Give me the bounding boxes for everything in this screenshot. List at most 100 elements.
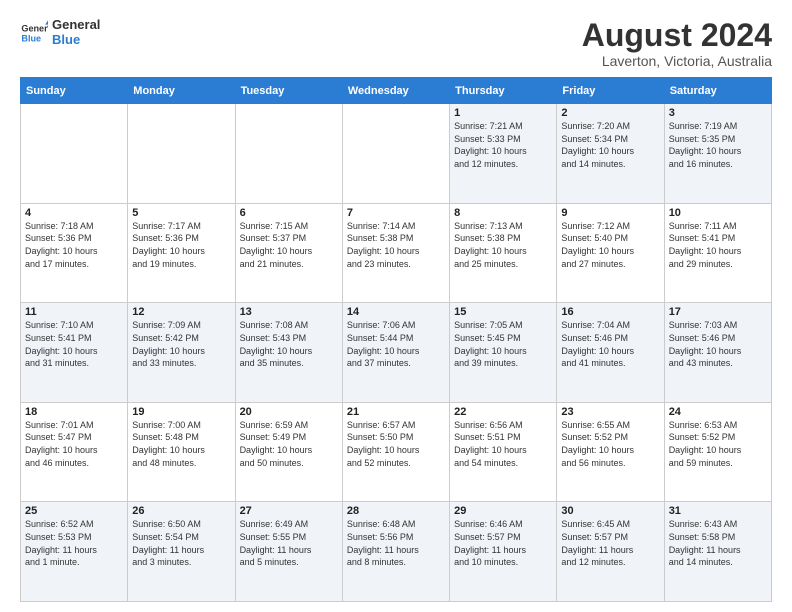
page: General Blue General Blue August 2024 La… xyxy=(0,0,792,612)
logo: General Blue General Blue xyxy=(20,18,100,48)
calendar-cell: 23Sunrise: 6:55 AMSunset: 5:52 PMDayligh… xyxy=(557,402,664,502)
calendar-cell: 29Sunrise: 6:46 AMSunset: 5:57 PMDayligh… xyxy=(450,502,557,602)
column-header-saturday: Saturday xyxy=(664,78,771,104)
day-number: 12 xyxy=(132,306,230,318)
day-info: Sunrise: 7:11 AMSunset: 5:41 PMDaylight:… xyxy=(669,220,767,270)
calendar-cell: 16Sunrise: 7:04 AMSunset: 5:46 PMDayligh… xyxy=(557,303,664,403)
column-header-monday: Monday xyxy=(128,78,235,104)
day-info: Sunrise: 6:53 AMSunset: 5:52 PMDaylight:… xyxy=(669,419,767,469)
day-info: Sunrise: 7:18 AMSunset: 5:36 PMDaylight:… xyxy=(25,220,123,270)
day-number: 8 xyxy=(454,207,552,219)
calendar-cell: 21Sunrise: 6:57 AMSunset: 5:50 PMDayligh… xyxy=(342,402,449,502)
calendar-cell: 10Sunrise: 7:11 AMSunset: 5:41 PMDayligh… xyxy=(664,203,771,303)
svg-text:Blue: Blue xyxy=(21,33,41,43)
calendar-cell: 7Sunrise: 7:14 AMSunset: 5:38 PMDaylight… xyxy=(342,203,449,303)
day-number: 10 xyxy=(669,207,767,219)
day-info: Sunrise: 7:06 AMSunset: 5:44 PMDaylight:… xyxy=(347,319,445,369)
calendar-cell: 19Sunrise: 7:00 AMSunset: 5:48 PMDayligh… xyxy=(128,402,235,502)
day-number: 15 xyxy=(454,306,552,318)
calendar-week-3: 11Sunrise: 7:10 AMSunset: 5:41 PMDayligh… xyxy=(21,303,772,403)
calendar-cell: 31Sunrise: 6:43 AMSunset: 5:58 PMDayligh… xyxy=(664,502,771,602)
day-number: 5 xyxy=(132,207,230,219)
calendar-cell: 11Sunrise: 7:10 AMSunset: 5:41 PMDayligh… xyxy=(21,303,128,403)
day-info: Sunrise: 7:20 AMSunset: 5:34 PMDaylight:… xyxy=(561,120,659,170)
calendar-week-1: 1Sunrise: 7:21 AMSunset: 5:33 PMDaylight… xyxy=(21,104,772,204)
calendar-cell: 20Sunrise: 6:59 AMSunset: 5:49 PMDayligh… xyxy=(235,402,342,502)
day-info: Sunrise: 7:17 AMSunset: 5:36 PMDaylight:… xyxy=(132,220,230,270)
calendar: SundayMondayTuesdayWednesdayThursdayFrid… xyxy=(20,77,772,602)
day-number: 16 xyxy=(561,306,659,318)
day-info: Sunrise: 6:45 AMSunset: 5:57 PMDaylight:… xyxy=(561,518,659,568)
column-header-friday: Friday xyxy=(557,78,664,104)
calendar-cell: 12Sunrise: 7:09 AMSunset: 5:42 PMDayligh… xyxy=(128,303,235,403)
calendar-cell xyxy=(21,104,128,204)
day-info: Sunrise: 7:04 AMSunset: 5:46 PMDaylight:… xyxy=(561,319,659,369)
header: General Blue General Blue August 2024 La… xyxy=(20,18,772,69)
day-info: Sunrise: 7:12 AMSunset: 5:40 PMDaylight:… xyxy=(561,220,659,270)
logo-blue: Blue xyxy=(52,33,100,48)
calendar-week-4: 18Sunrise: 7:01 AMSunset: 5:47 PMDayligh… xyxy=(21,402,772,502)
day-info: Sunrise: 7:14 AMSunset: 5:38 PMDaylight:… xyxy=(347,220,445,270)
day-info: Sunrise: 7:19 AMSunset: 5:35 PMDaylight:… xyxy=(669,120,767,170)
day-number: 24 xyxy=(669,406,767,418)
day-number: 30 xyxy=(561,505,659,517)
day-number: 26 xyxy=(132,505,230,517)
calendar-week-5: 25Sunrise: 6:52 AMSunset: 5:53 PMDayligh… xyxy=(21,502,772,602)
calendar-cell: 14Sunrise: 7:06 AMSunset: 5:44 PMDayligh… xyxy=(342,303,449,403)
day-info: Sunrise: 7:01 AMSunset: 5:47 PMDaylight:… xyxy=(25,419,123,469)
day-number: 6 xyxy=(240,207,338,219)
day-info: Sunrise: 6:56 AMSunset: 5:51 PMDaylight:… xyxy=(454,419,552,469)
day-number: 18 xyxy=(25,406,123,418)
day-number: 13 xyxy=(240,306,338,318)
day-number: 11 xyxy=(25,306,123,318)
day-info: Sunrise: 7:08 AMSunset: 5:43 PMDaylight:… xyxy=(240,319,338,369)
day-number: 1 xyxy=(454,107,552,119)
day-info: Sunrise: 6:49 AMSunset: 5:55 PMDaylight:… xyxy=(240,518,338,568)
day-number: 7 xyxy=(347,207,445,219)
column-header-thursday: Thursday xyxy=(450,78,557,104)
day-info: Sunrise: 7:09 AMSunset: 5:42 PMDaylight:… xyxy=(132,319,230,369)
calendar-cell: 28Sunrise: 6:48 AMSunset: 5:56 PMDayligh… xyxy=(342,502,449,602)
column-header-tuesday: Tuesday xyxy=(235,78,342,104)
calendar-header-row: SundayMondayTuesdayWednesdayThursdayFrid… xyxy=(21,78,772,104)
calendar-cell: 22Sunrise: 6:56 AMSunset: 5:51 PMDayligh… xyxy=(450,402,557,502)
day-number: 31 xyxy=(669,505,767,517)
title-block: August 2024 Laverton, Victoria, Australi… xyxy=(582,18,772,69)
day-number: 2 xyxy=(561,107,659,119)
day-info: Sunrise: 7:21 AMSunset: 5:33 PMDaylight:… xyxy=(454,120,552,170)
calendar-cell: 1Sunrise: 7:21 AMSunset: 5:33 PMDaylight… xyxy=(450,104,557,204)
calendar-cell: 24Sunrise: 6:53 AMSunset: 5:52 PMDayligh… xyxy=(664,402,771,502)
day-info: Sunrise: 6:57 AMSunset: 5:50 PMDaylight:… xyxy=(347,419,445,469)
calendar-cell: 26Sunrise: 6:50 AMSunset: 5:54 PMDayligh… xyxy=(128,502,235,602)
day-number: 17 xyxy=(669,306,767,318)
day-number: 25 xyxy=(25,505,123,517)
calendar-cell: 18Sunrise: 7:01 AMSunset: 5:47 PMDayligh… xyxy=(21,402,128,502)
logo-general: General xyxy=(52,18,100,33)
svg-text:General: General xyxy=(21,24,48,34)
day-number: 29 xyxy=(454,505,552,517)
calendar-cell: 6Sunrise: 7:15 AMSunset: 5:37 PMDaylight… xyxy=(235,203,342,303)
calendar-week-2: 4Sunrise: 7:18 AMSunset: 5:36 PMDaylight… xyxy=(21,203,772,303)
day-number: 4 xyxy=(25,207,123,219)
day-info: Sunrise: 6:50 AMSunset: 5:54 PMDaylight:… xyxy=(132,518,230,568)
day-number: 22 xyxy=(454,406,552,418)
day-info: Sunrise: 7:10 AMSunset: 5:41 PMDaylight:… xyxy=(25,319,123,369)
calendar-cell xyxy=(235,104,342,204)
day-number: 9 xyxy=(561,207,659,219)
calendar-cell: 25Sunrise: 6:52 AMSunset: 5:53 PMDayligh… xyxy=(21,502,128,602)
calendar-cell xyxy=(342,104,449,204)
day-info: Sunrise: 6:48 AMSunset: 5:56 PMDaylight:… xyxy=(347,518,445,568)
day-info: Sunrise: 7:13 AMSunset: 5:38 PMDaylight:… xyxy=(454,220,552,270)
calendar-cell: 27Sunrise: 6:49 AMSunset: 5:55 PMDayligh… xyxy=(235,502,342,602)
calendar-cell xyxy=(128,104,235,204)
column-header-sunday: Sunday xyxy=(21,78,128,104)
calendar-cell: 30Sunrise: 6:45 AMSunset: 5:57 PMDayligh… xyxy=(557,502,664,602)
day-info: Sunrise: 6:43 AMSunset: 5:58 PMDaylight:… xyxy=(669,518,767,568)
calendar-cell: 17Sunrise: 7:03 AMSunset: 5:46 PMDayligh… xyxy=(664,303,771,403)
day-number: 23 xyxy=(561,406,659,418)
calendar-cell: 9Sunrise: 7:12 AMSunset: 5:40 PMDaylight… xyxy=(557,203,664,303)
day-number: 19 xyxy=(132,406,230,418)
day-info: Sunrise: 6:46 AMSunset: 5:57 PMDaylight:… xyxy=(454,518,552,568)
day-number: 27 xyxy=(240,505,338,517)
day-info: Sunrise: 7:00 AMSunset: 5:48 PMDaylight:… xyxy=(132,419,230,469)
